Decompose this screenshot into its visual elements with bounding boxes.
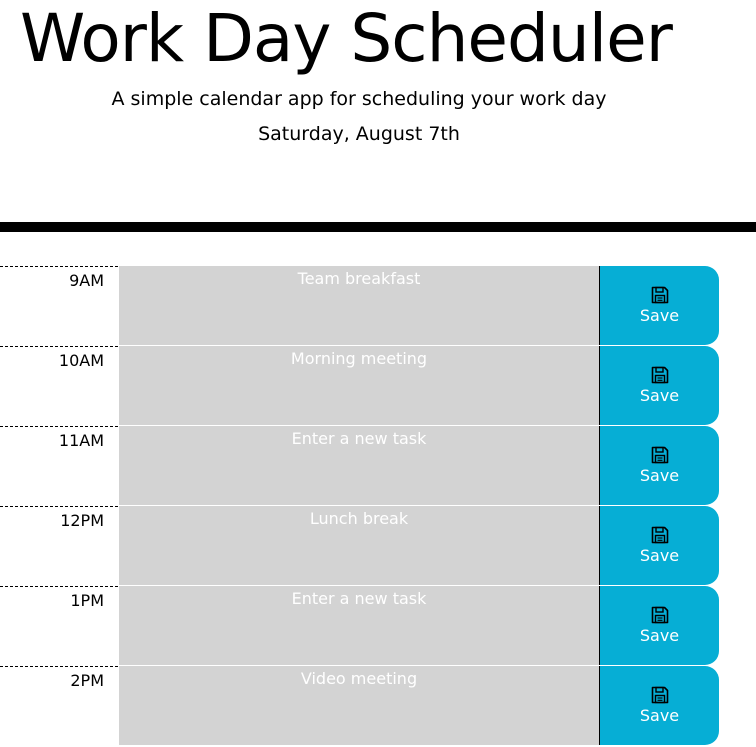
floppy-disk-icon [651,526,668,544]
current-day: Saturday, August 7th [258,123,460,145]
time-block: 9AM Team breakfast Save [0,266,719,346]
save-button[interactable]: Save [599,506,719,585]
task-textarea[interactable]: Morning meeting [119,346,599,426]
task-textarea[interactable]: Video meeting [119,666,599,746]
save-label: Save [639,386,680,405]
hour-label: 11AM [0,426,118,506]
save-button[interactable]: Save [599,666,719,745]
floppy-disk-icon [651,366,668,384]
task-textarea[interactable]: Lunch break [119,506,599,586]
save-button[interactable]: Save [599,346,719,425]
hour-label: 12PM [0,506,118,586]
floppy-disk-icon [651,686,668,704]
schedule: 9AM Team breakfast Save 10AM Morning mee… [0,266,719,746]
floppy-disk-icon [651,446,668,464]
save-label: Save [639,706,680,725]
page-subtitle: A simple calendar app for scheduling you… [111,88,607,110]
time-block: 10AM Morning meeting Save [0,346,719,426]
page-title: Work Day Scheduler [20,0,673,77]
hour-label: 1PM [0,586,118,666]
time-block: 2PM Video meeting Save [0,666,719,746]
floppy-disk-icon [651,286,668,304]
time-block: 12PM Lunch break Save [0,506,719,586]
task-textarea[interactable]: Team breakfast [119,266,599,346]
save-button[interactable]: Save [599,266,719,345]
hour-label: 2PM [0,666,118,746]
save-label: Save [639,306,680,325]
hour-label: 10AM [0,346,118,426]
time-block: 1PM Enter a new task Save [0,586,719,666]
time-block: 11AM Enter a new task Save [0,426,719,506]
save-button[interactable]: Save [599,586,719,665]
header: Work Day Scheduler A simple calendar app… [0,0,756,232]
floppy-disk-icon [651,606,668,624]
hour-label: 9AM [0,266,118,346]
task-textarea[interactable]: Enter a new task [119,426,599,506]
task-textarea[interactable]: Enter a new task [119,586,599,666]
save-label: Save [639,546,680,565]
save-button[interactable]: Save [599,426,719,505]
save-label: Save [639,466,680,485]
save-label: Save [639,626,680,645]
